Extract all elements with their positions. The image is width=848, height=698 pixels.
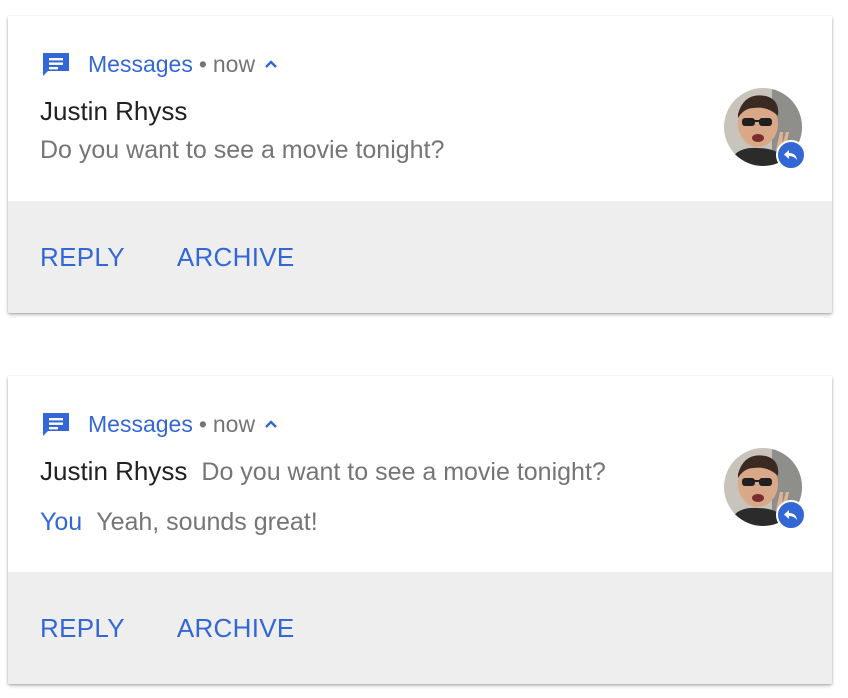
sender-name: Justin Rhyss (40, 96, 188, 126)
notification-header: Messages • now (40, 410, 278, 438)
sender-name: Justin Rhyss (40, 456, 188, 486)
timestamp: now (212, 410, 256, 437)
avatar (724, 448, 806, 530)
reply-sender: You (40, 508, 83, 536)
archive-button[interactable]: ARCHIVE (177, 242, 295, 273)
notification-card[interactable]: Messages • now Justin Rhyss Do you want … (8, 16, 832, 313)
separator-dot: • (198, 50, 207, 77)
app-name: Messages (88, 50, 193, 77)
message-text: Do you want to see a movie tonight? (40, 136, 445, 164)
app-name: Messages (88, 410, 193, 437)
reply-icon (776, 500, 806, 530)
chevron-up-icon[interactable] (264, 419, 278, 429)
archive-button[interactable]: ARCHIVE (177, 613, 295, 644)
notification-actions: REPLY ARCHIVE (8, 572, 832, 684)
messages-icon (40, 50, 72, 78)
notification-card[interactable]: Messages • now Justin Rhyss Do you want … (8, 376, 832, 684)
separator-dot: • (198, 410, 207, 437)
notification-header: Messages • now (40, 50, 278, 78)
reply-line: You Yeah, sounds great! (40, 508, 318, 537)
messages-icon (40, 410, 72, 438)
notification-actions: REPLY ARCHIVE (8, 201, 832, 313)
reply-text: Yeah, sounds great! (96, 508, 318, 536)
message-line: Justin Rhyss Do you want to see a movie … (40, 456, 606, 487)
reply-button[interactable]: REPLY (40, 242, 125, 273)
timestamp: now (212, 50, 256, 77)
avatar (724, 88, 806, 170)
message-text: Do you want to see a movie tonight? (201, 458, 606, 486)
reply-button[interactable]: REPLY (40, 613, 125, 644)
chevron-up-icon[interactable] (264, 59, 278, 69)
reply-icon (776, 140, 806, 170)
